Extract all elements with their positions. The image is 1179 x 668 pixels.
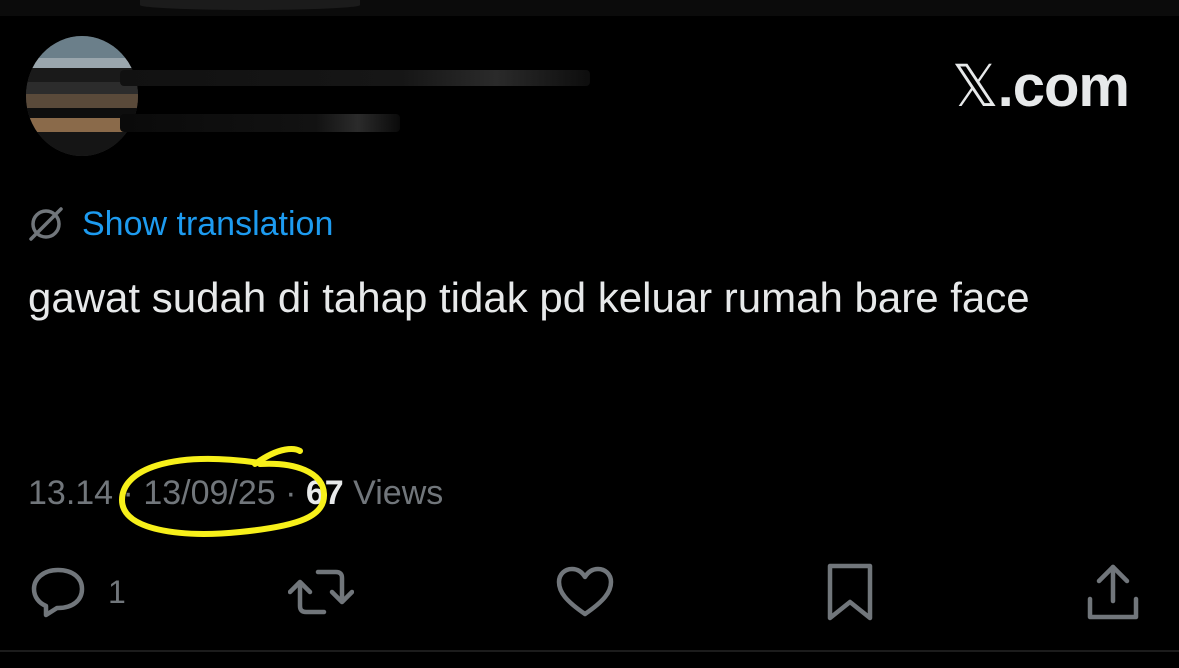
bookmark-button[interactable] <box>826 560 874 624</box>
top-strip <box>0 0 1179 16</box>
share-icon <box>1086 563 1140 621</box>
reply-button[interactable]: 1 <box>28 560 126 624</box>
views-count[interactable]: 67 <box>306 474 344 513</box>
retweet-icon <box>288 564 354 620</box>
tweet-action-bar: 1 <box>0 560 1179 624</box>
tweet-meta: 13.14 · 13/09/25 · 67 Views <box>28 468 443 518</box>
tweet-time[interactable]: 13.14 <box>28 474 113 513</box>
top-shadow <box>140 0 360 10</box>
tweet-date[interactable]: 13/09/25 <box>143 474 275 513</box>
views-label[interactable]: Views <box>344 474 443 513</box>
reply-icon <box>28 564 88 620</box>
bottom-divider <box>0 650 1179 652</box>
x-logo-glyph: 𝕏 <box>951 54 999 119</box>
reply-count: 1 <box>108 573 126 610</box>
like-button[interactable] <box>556 560 614 624</box>
x-logo: 𝕏.com <box>951 52 1130 120</box>
handle-redacted[interactable] <box>120 114 400 132</box>
share-button[interactable] <box>1086 560 1140 624</box>
avatar-redacted[interactable] <box>26 36 138 156</box>
meta-separator-2: · <box>275 473 306 512</box>
show-translation-row[interactable]: Show translation <box>26 202 333 246</box>
meta-separator: · <box>113 473 144 512</box>
x-logo-text: .com <box>997 54 1130 119</box>
tweet-text: gawat sudah di tahap tidak pd keluar rum… <box>28 274 1030 321</box>
bookmark-icon <box>826 562 874 622</box>
heart-icon <box>556 566 614 618</box>
globe-slash-icon <box>26 204 66 244</box>
show-translation-link[interactable]: Show translation <box>82 205 333 244</box>
retweet-button[interactable] <box>288 560 354 624</box>
display-name-redacted[interactable] <box>120 70 590 86</box>
